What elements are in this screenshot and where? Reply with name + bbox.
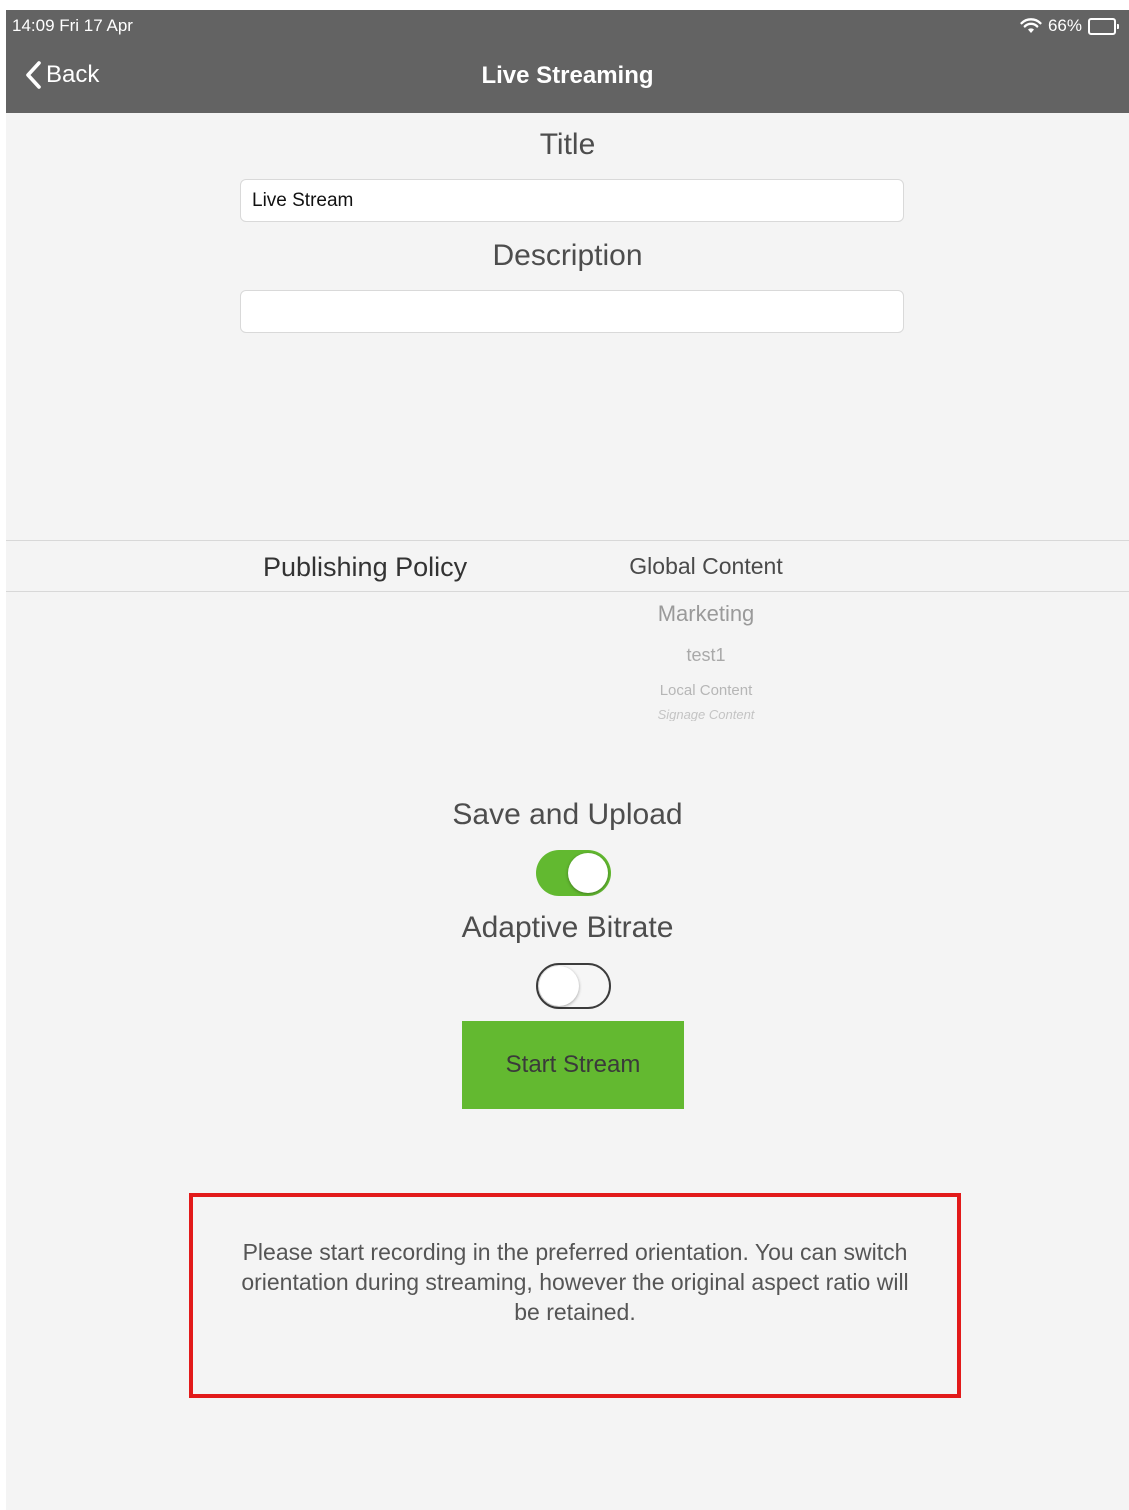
adaptive-bitrate-toggle[interactable]: [536, 963, 611, 1009]
status-time: 14:09 Fri 17 Apr: [12, 16, 133, 35]
publishing-policy-label: Publishing Policy: [263, 552, 468, 582]
title-field[interactable]: [240, 179, 904, 222]
description-field[interactable]: [240, 290, 904, 333]
picker-top-divider: [6, 540, 1129, 541]
page-title: Live Streaming: [481, 62, 654, 89]
policy-option-selected[interactable]: Global Content: [566, 553, 846, 580]
orientation-notice: Please start recording in the preferred …: [189, 1193, 961, 1398]
battery-icon: [1088, 17, 1119, 35]
picker-bottom-divider: [6, 591, 1129, 592]
save-upload-toggle[interactable]: [536, 850, 611, 896]
description-label: Description: [492, 239, 643, 272]
title-label: Title: [539, 128, 596, 161]
battery-percent: 66%: [1047, 16, 1082, 35]
status-indicators: 66%: [1020, 16, 1119, 36]
policy-option[interactable]: test1: [566, 645, 846, 666]
save-upload-label: Save and Upload: [452, 798, 683, 831]
policy-option[interactable]: Marketing: [566, 601, 846, 627]
adaptive-bitrate-label: Adaptive Bitrate: [461, 911, 674, 944]
navigation-bar: 14:09 Fri 17 Apr 66% Back Live Streaming: [6, 10, 1129, 113]
app-screen: 14:09 Fri 17 Apr 66% Back Live Streaming…: [6, 10, 1129, 1510]
start-stream-button[interactable]: Start Stream: [462, 1021, 684, 1109]
policy-option[interactable]: Local Content: [566, 682, 846, 699]
toggle-knob: [568, 853, 608, 893]
wifi-icon: [1020, 18, 1042, 33]
policy-option[interactable]: Signage Content: [566, 707, 846, 721]
toggle-knob: [539, 966, 579, 1006]
